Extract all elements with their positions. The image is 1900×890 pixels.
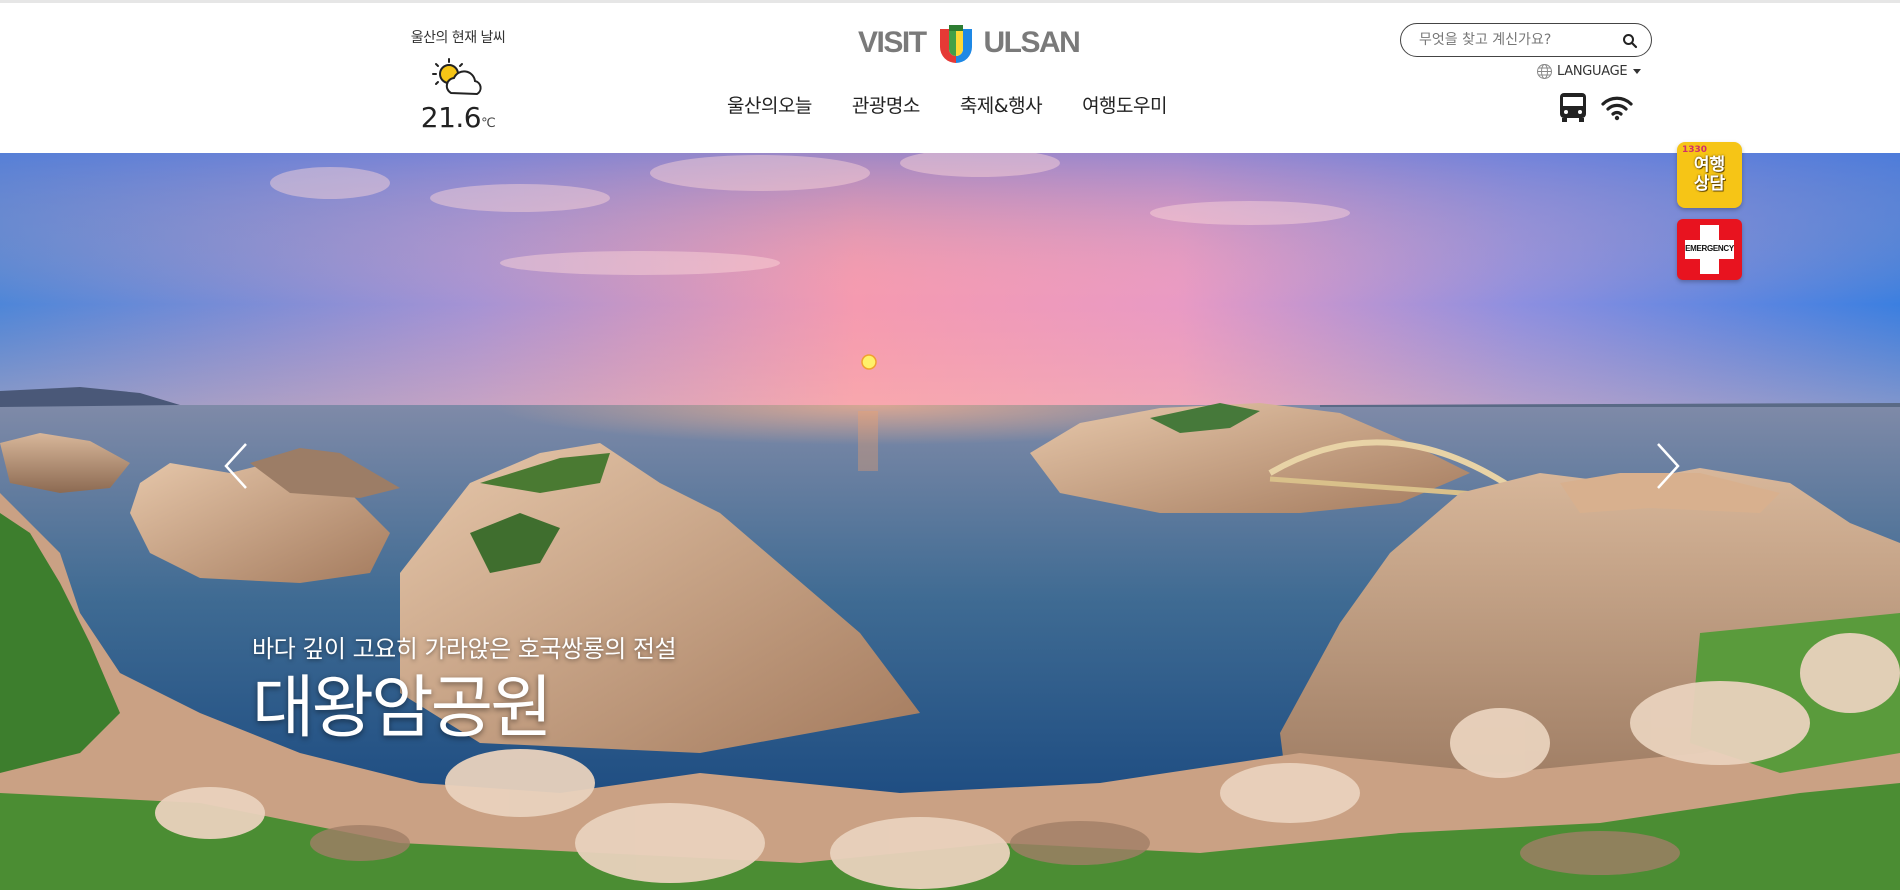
wifi-icon[interactable] bbox=[1600, 95, 1634, 121]
visit-ulsan-logo[interactable]: VISIT ULSAN bbox=[858, 23, 1081, 63]
site-header: 울산의 현재 날씨 21.6℃ VISIT ULSAN 울산의오늘 관광명소 축… bbox=[0, 3, 1900, 153]
language-selector[interactable]: LANGUAGE bbox=[1536, 63, 1642, 80]
hero-slider: 바다 깊이 고요히 가라앉은 호국쌍룡의 전설 대왕암공원 bbox=[0, 153, 1900, 890]
emergency-label: EMERGENCY bbox=[1685, 244, 1734, 253]
ulsan-u-logo-icon bbox=[939, 25, 972, 63]
consult-label: 여행 상담 bbox=[1693, 155, 1726, 194]
weather-temperature: 21.6℃ bbox=[390, 101, 526, 134]
slider-prev-arrow-icon[interactable] bbox=[218, 436, 258, 496]
emergency-button[interactable]: EMERGENCY bbox=[1677, 219, 1742, 280]
hero-subtitle: 바다 깊이 고요히 가라앉은 호국쌍룡의 전설 bbox=[252, 635, 677, 663]
nav-item-festivals-events[interactable]: 축제&행사 bbox=[960, 91, 1043, 118]
nav-item-travel-helper[interactable]: 여행도우미 bbox=[1082, 91, 1167, 118]
globe-icon bbox=[1537, 64, 1552, 79]
hero-background-image bbox=[0, 153, 1900, 890]
weather-label: 울산의 현재 날씨 bbox=[410, 30, 506, 46]
slider-next-arrow-icon[interactable] bbox=[1646, 436, 1686, 496]
search-icon[interactable] bbox=[1621, 32, 1639, 50]
logo-text-ulsan: ULSAN bbox=[983, 26, 1081, 59]
weather-widget: 울산의 현재 날씨 21.6℃ bbox=[390, 27, 526, 134]
hero-title: 대왕암공원 bbox=[252, 669, 553, 748]
travel-consult-badge: 1330 여행 상담 bbox=[1677, 142, 1742, 208]
bus-icon[interactable] bbox=[1558, 91, 1588, 123]
hero-caption: 바다 깊이 고요히 가라앉은 호국쌍룡의 전설 대왕암공원 bbox=[252, 629, 677, 748]
nav-item-ulsan-today[interactable]: 울산의오늘 bbox=[727, 91, 812, 118]
search-input[interactable] bbox=[1419, 30, 1609, 50]
search-box bbox=[1400, 23, 1652, 57]
emergency-cross-icon: EMERGENCY bbox=[1677, 219, 1742, 280]
main-navigation: 울산의오늘 관광명소 축제&행사 여행도우미 bbox=[727, 91, 1207, 118]
consult-number: 1330 bbox=[1682, 145, 1708, 155]
nav-item-attractions[interactable]: 관광명소 bbox=[852, 91, 920, 118]
temperature-value: 21.6 bbox=[420, 101, 482, 134]
language-label: LANGUAGE bbox=[1557, 64, 1628, 79]
logo-text-visit: VISIT bbox=[858, 26, 927, 59]
chevron-down-icon bbox=[1633, 69, 1642, 74]
travel-consult-button[interactable]: 1330 여행 상담 bbox=[1677, 142, 1742, 208]
partly-cloudy-icon bbox=[432, 58, 482, 96]
temperature-unit: ℃ bbox=[481, 116, 496, 131]
